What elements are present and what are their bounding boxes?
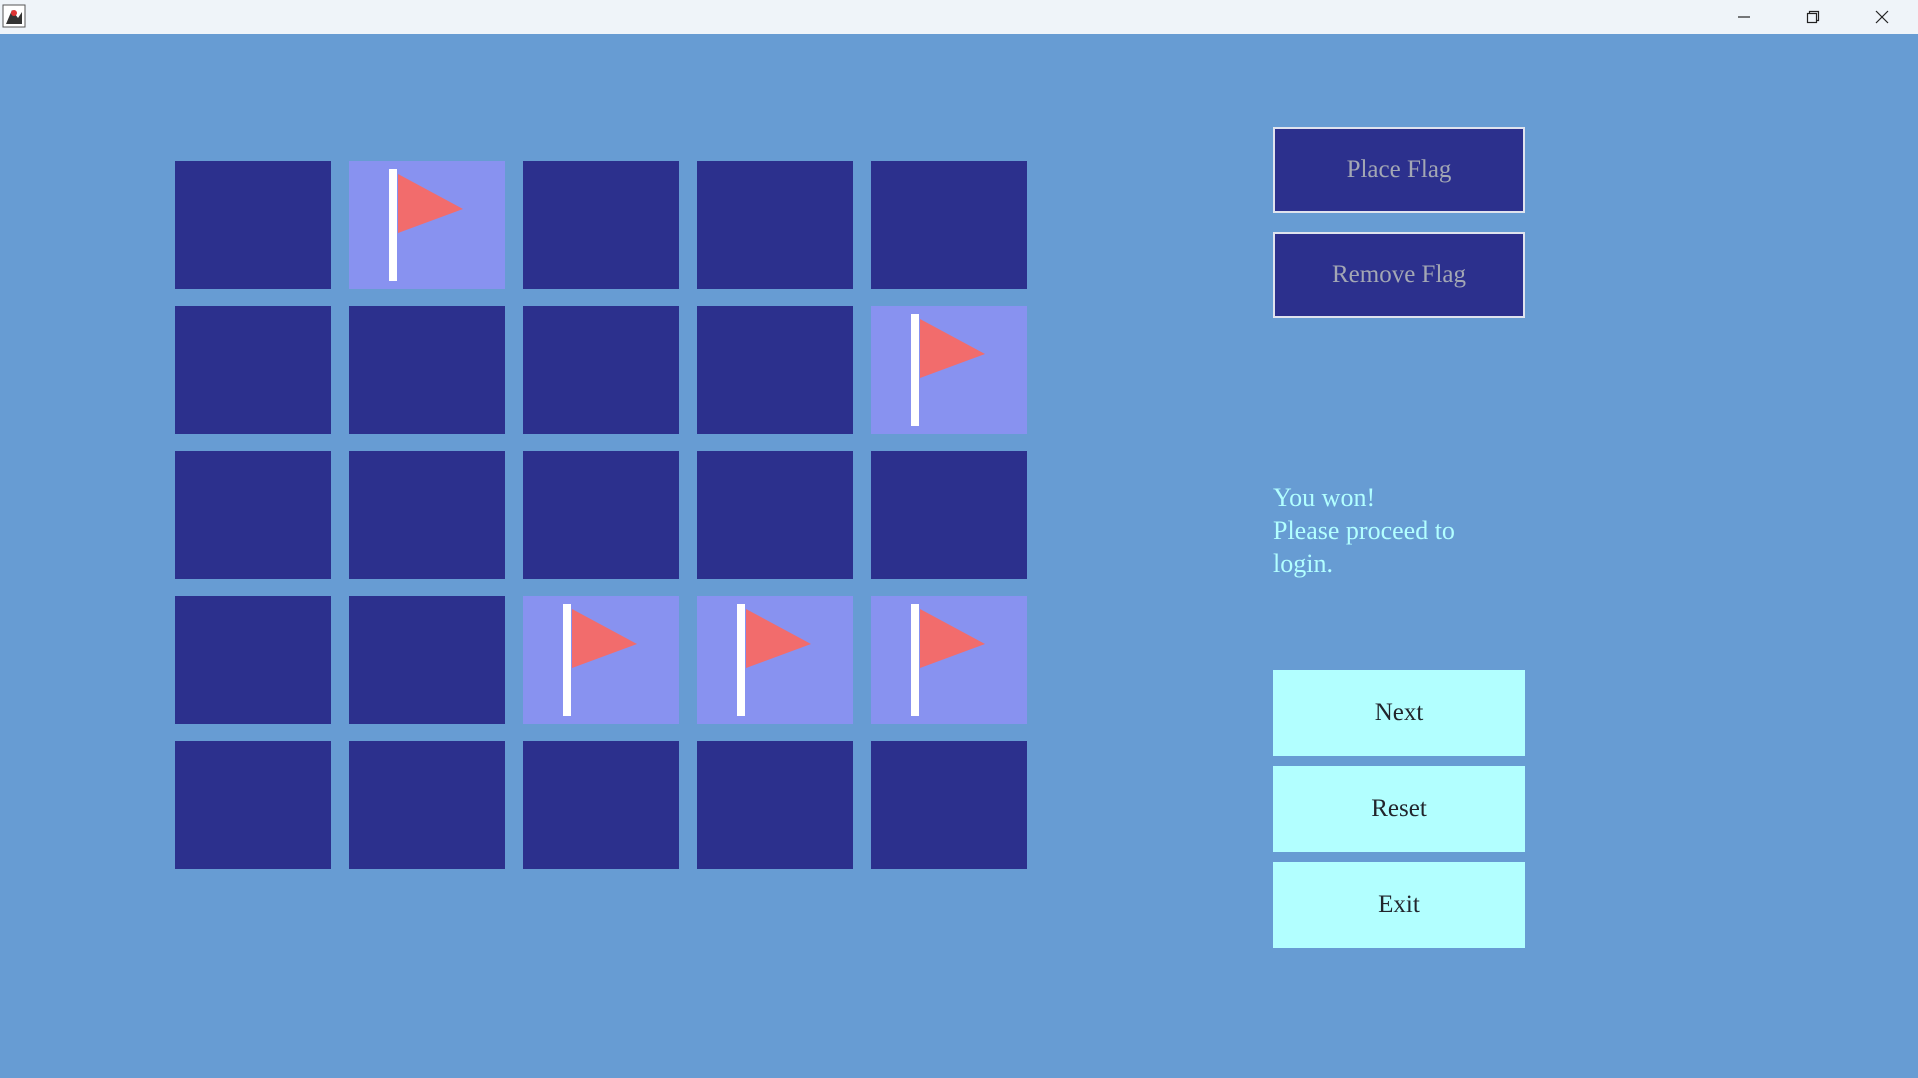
minefield-grid xyxy=(175,161,1032,871)
title-bar xyxy=(0,0,1918,34)
board-cell-r2-c3[interactable] xyxy=(523,306,679,434)
board-cell-r3-c3[interactable] xyxy=(523,451,679,579)
board-cell-r1-c2[interactable] xyxy=(349,161,505,289)
remove-flag-button[interactable]: Remove Flag xyxy=(1273,232,1525,318)
board-cell-r3-c1[interactable] xyxy=(175,451,331,579)
flag-icon xyxy=(911,604,985,716)
board-cell-r2-c4[interactable] xyxy=(697,306,853,434)
board-cell-r1-c1[interactable] xyxy=(175,161,331,289)
board-cell-r3-c2[interactable] xyxy=(349,451,505,579)
board-cell-r5-c2[interactable] xyxy=(349,741,505,869)
close-icon[interactable] xyxy=(1848,0,1916,34)
board-cell-r1-c3[interactable] xyxy=(523,161,679,289)
board-cell-r4-c4[interactable] xyxy=(697,596,853,724)
exit-button[interactable]: Exit xyxy=(1273,862,1525,948)
status-message: You won! Please proceed to login. xyxy=(1273,481,1533,580)
reset-button[interactable]: Reset xyxy=(1273,766,1525,852)
board-cell-r2-c1[interactable] xyxy=(175,306,331,434)
board-cell-r4-c3[interactable] xyxy=(523,596,679,724)
status-line-2: Please proceed to xyxy=(1273,516,1455,545)
board-cell-r5-c5[interactable] xyxy=(871,741,1027,869)
board-cell-r5-c1[interactable] xyxy=(175,741,331,869)
restore-icon[interactable] xyxy=(1779,0,1847,34)
board-cell-r2-c5[interactable] xyxy=(871,306,1027,434)
flag-icon xyxy=(563,604,637,716)
board-cell-r1-c5[interactable] xyxy=(871,161,1027,289)
flag-icon xyxy=(911,314,985,426)
next-button[interactable]: Next xyxy=(1273,670,1525,756)
board-cell-r4-c2[interactable] xyxy=(349,596,505,724)
board-cell-r2-c2[interactable] xyxy=(349,306,505,434)
place-flag-button[interactable]: Place Flag xyxy=(1273,127,1525,213)
board-cell-r4-c5[interactable] xyxy=(871,596,1027,724)
board-cell-r3-c5[interactable] xyxy=(871,451,1027,579)
board-cell-r4-c1[interactable] xyxy=(175,596,331,724)
game-panel: Place Flag Remove Flag You won! Please p… xyxy=(0,34,1918,1078)
flag-icon xyxy=(737,604,811,716)
java-duke-icon xyxy=(2,4,26,28)
board-cell-r1-c4[interactable] xyxy=(697,161,853,289)
status-line-1: You won! xyxy=(1273,483,1376,512)
board-cell-r5-c3[interactable] xyxy=(523,741,679,869)
status-line-3: login. xyxy=(1273,549,1333,578)
board-cell-r5-c4[interactable] xyxy=(697,741,853,869)
minimize-icon[interactable] xyxy=(1710,0,1778,34)
flag-icon xyxy=(389,169,463,281)
board-cell-r3-c4[interactable] xyxy=(697,451,853,579)
